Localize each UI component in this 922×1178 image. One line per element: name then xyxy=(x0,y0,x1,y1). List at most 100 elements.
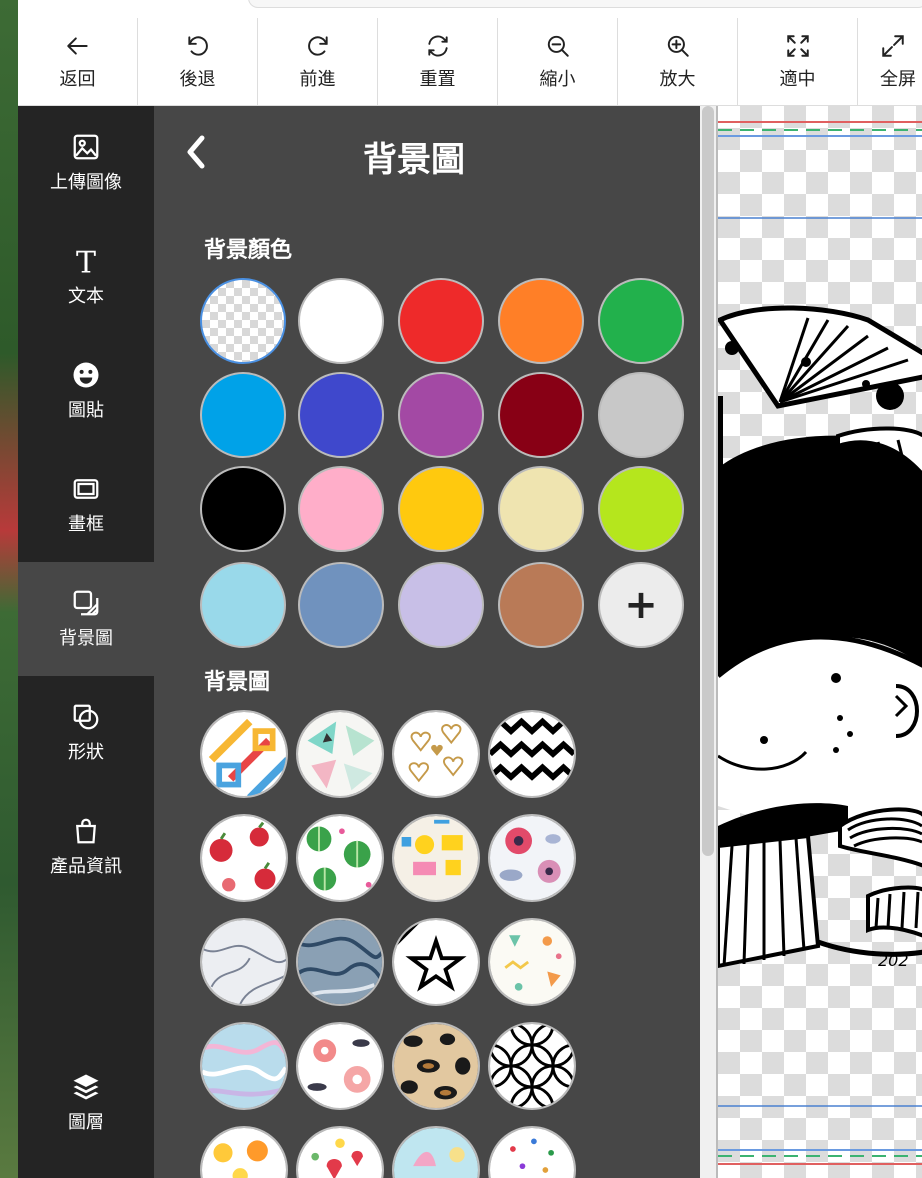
back-button[interactable]: 返回 xyxy=(18,18,138,106)
nav-item-background[interactable]: 背景圖 xyxy=(18,562,154,676)
zoom-out-icon xyxy=(547,35,569,57)
zoom-in-icon xyxy=(667,35,689,57)
shape-icon xyxy=(73,704,99,730)
pattern-preview xyxy=(202,920,286,1004)
panel-scrollbar-thumb[interactable] xyxy=(702,106,714,856)
pattern-preview xyxy=(394,1024,478,1108)
fullscreen-button[interactable]: 全屏 xyxy=(858,18,922,106)
pattern-circle-lattice[interactable] xyxy=(488,1022,576,1110)
color-swatch-lavender[interactable] xyxy=(398,562,484,648)
zoom-in-button[interactable]: 放大 xyxy=(618,18,738,106)
pattern-white-marble[interactable] xyxy=(200,918,288,1006)
pattern-confetti[interactable] xyxy=(488,918,576,1006)
add-color-button[interactable]: + xyxy=(598,562,684,648)
color-swatch-light-blue[interactable] xyxy=(200,562,286,648)
pattern-preview xyxy=(298,1024,382,1108)
svg-text:T: T xyxy=(76,246,96,276)
canvas-artwork: 202 xyxy=(718,121,922,1165)
pattern-preview xyxy=(394,920,478,1004)
toolbar: 返回 後退 前進 重置 縮小 放大 適中 全屏 xyxy=(18,0,922,106)
panel-title: 背景圖 xyxy=(363,140,465,180)
pattern-dots[interactable] xyxy=(488,1126,576,1178)
pattern-flowers[interactable] xyxy=(488,814,576,902)
nav-item-label: 背景圖 xyxy=(59,628,113,649)
pattern-gold-hearts[interactable] xyxy=(392,710,480,798)
fit-icon xyxy=(786,35,809,57)
color-swatch-green[interactable] xyxy=(598,278,684,364)
color-swatch-brown[interactable] xyxy=(498,562,584,648)
pattern-preview xyxy=(298,816,382,900)
text-icon: T xyxy=(76,246,96,276)
color-swatch-lime[interactable] xyxy=(598,466,684,552)
design-canvas[interactable]: 202 xyxy=(716,106,922,1178)
pattern-pastel-shapes[interactable] xyxy=(392,1126,480,1178)
color-swatch-sky-blue[interactable] xyxy=(200,372,286,458)
side-nav: 上傳圖像 T 文本 圖貼 畫框 背景圖 形狀 產品資訊 圖層 xyxy=(18,106,154,1178)
back-label: 返回 xyxy=(59,69,96,90)
pattern-triangles[interactable] xyxy=(296,710,384,798)
pattern-preview xyxy=(490,1024,574,1108)
image-icon xyxy=(73,134,99,160)
pattern-pink-floral[interactable] xyxy=(296,1022,384,1110)
undo-button[interactable]: 後退 xyxy=(138,18,258,106)
background-panel: 背景圖 背景顏色 + 背景圖 xyxy=(154,106,700,1178)
pattern-preview xyxy=(202,712,286,796)
nav-item-layers[interactable]: 圖層 xyxy=(18,1046,154,1160)
color-swatch-red[interactable] xyxy=(398,278,484,364)
redo-icon xyxy=(307,36,328,56)
pattern-color-blocks[interactable] xyxy=(392,814,480,902)
color-swatch-black[interactable] xyxy=(200,466,286,552)
pattern-watermelons[interactable] xyxy=(296,814,384,902)
zoom-in-label: 放大 xyxy=(659,69,696,90)
fit-button[interactable]: 適中 xyxy=(738,18,858,106)
color-swatch-cream[interactable] xyxy=(498,466,584,552)
nav-item-label: 圖貼 xyxy=(68,400,104,421)
pattern-leopard[interactable] xyxy=(392,1022,480,1110)
color-swatch-yellow[interactable] xyxy=(398,466,484,552)
color-swatch-white[interactable] xyxy=(298,278,384,364)
pattern-section-label: 背景圖 xyxy=(204,670,271,695)
color-swatch-transparent[interactable] xyxy=(200,278,286,364)
nav-item-frames[interactable]: 畫框 xyxy=(18,448,154,562)
pattern-stars[interactable] xyxy=(392,918,480,1006)
pattern-preview xyxy=(298,920,382,1004)
pattern-zigzag[interactable] xyxy=(488,710,576,798)
pattern-pastel-marble[interactable] xyxy=(200,1022,288,1110)
pattern-preview xyxy=(202,1128,286,1178)
color-swatch-steel-blue[interactable] xyxy=(298,562,384,648)
toolbar-top-strip xyxy=(18,0,922,18)
color-swatch-orange[interactable] xyxy=(498,278,584,364)
pattern-geometric-lines[interactable] xyxy=(200,710,288,798)
redo-button[interactable]: 前進 xyxy=(258,18,378,106)
color-section-label: 背景顏色 xyxy=(204,238,293,263)
zoom-out-button[interactable]: 縮小 xyxy=(498,18,618,106)
fullscreen-label: 全屏 xyxy=(880,69,916,90)
nav-item-product-info[interactable]: 產品資訊 xyxy=(18,790,154,904)
color-swatch-pink[interactable] xyxy=(298,466,384,552)
nav-item-shapes[interactable]: 形狀 xyxy=(18,676,154,790)
nav-item-text[interactable]: T 文本 xyxy=(18,220,154,334)
pattern-blue-marble[interactable] xyxy=(296,918,384,1006)
color-swatch-dark-red[interactable] xyxy=(498,372,584,458)
nav-item-label: 畫框 xyxy=(68,514,104,535)
undo-label: 後退 xyxy=(179,69,216,90)
pattern-preview xyxy=(298,712,382,796)
pattern-preview xyxy=(394,1128,478,1178)
frame-icon xyxy=(73,479,99,499)
color-swatch-blue[interactable] xyxy=(298,372,384,458)
pattern-preview xyxy=(490,920,574,1004)
refresh-icon xyxy=(427,35,448,57)
nav-item-label: 上傳圖像 xyxy=(50,172,122,193)
pattern-apples[interactable] xyxy=(200,814,288,902)
nav-item-stickers[interactable]: 圖貼 xyxy=(18,334,154,448)
nav-item-upload-image[interactable]: 上傳圖像 xyxy=(18,106,154,220)
color-swatch-gray[interactable] xyxy=(598,372,684,458)
pattern-citrus[interactable] xyxy=(200,1126,288,1178)
color-swatch-purple[interactable] xyxy=(398,372,484,458)
reset-button[interactable]: 重置 xyxy=(378,18,498,106)
pattern-strawberries[interactable] xyxy=(296,1126,384,1178)
canvas-date-text: 202 xyxy=(878,951,909,970)
top-scroll-pill xyxy=(248,0,922,8)
redo-label: 前進 xyxy=(299,69,336,90)
nav-item-label: 文本 xyxy=(68,286,104,307)
